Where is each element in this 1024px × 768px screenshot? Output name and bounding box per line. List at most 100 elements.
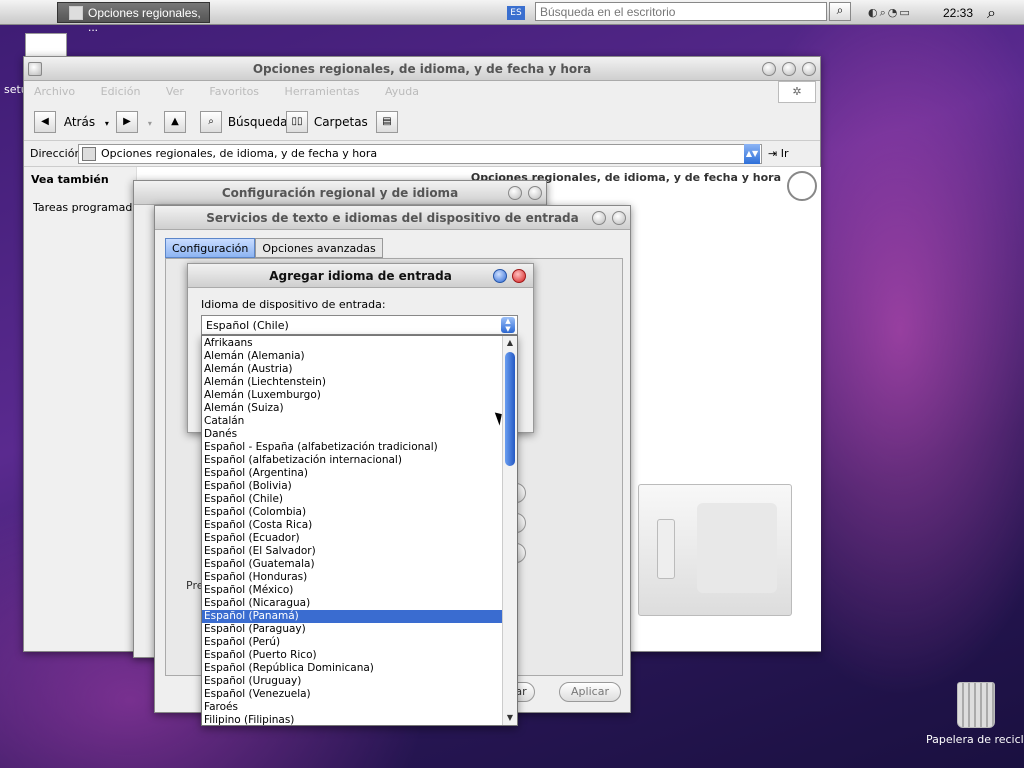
close-button[interactable]	[802, 62, 816, 76]
list-item[interactable]: Español (Honduras)	[202, 571, 502, 584]
loading-throbber-icon: ✲	[778, 81, 816, 103]
list-item[interactable]: Filipino (Filipinas)	[202, 714, 502, 725]
toolbar: ◀ Atrás ▾ ▶ ▾ ▲ ⌕ Búsqueda ▯▯ Carpetas ▤	[24, 103, 820, 141]
clock-calendar-icon	[787, 171, 817, 201]
list-item[interactable]: Español (Paraguay)	[202, 623, 502, 636]
spotlight-icon[interactable]: ⌕	[987, 3, 996, 23]
list-item[interactable]: Español - España (alfabetización tradici…	[202, 441, 502, 454]
taskbar-window-button[interactable]: Opciones regionales, ...	[57, 2, 210, 34]
menu-bar: Archivo Edición Ver Favoritos Herramient…	[24, 81, 820, 103]
list-item[interactable]: Español (Costa Rica)	[202, 519, 502, 532]
input-language-select[interactable]: Español (Chile) ▲ ▼	[201, 315, 518, 335]
main-window-title: Opciones regionales, de idioma, y de fec…	[252, 62, 592, 76]
maximize-button[interactable]	[782, 62, 796, 76]
main-window-titlebar[interactable]: Opciones regionales, de idioma, y de fec…	[24, 57, 820, 81]
apple-menu-icon[interactable]	[19, 3, 37, 21]
desktop-search-input[interactable]: Búsqueda en el escritorio	[535, 2, 827, 21]
folders-label: Carpetas	[313, 115, 368, 129]
apple-logo-icon	[697, 503, 777, 593]
list-item[interactable]: Español (Bolivia)	[202, 480, 502, 493]
scroll-thumb[interactable]	[505, 352, 515, 466]
services-dialog-titlebar[interactable]: Servicios de texto e idiomas del disposi…	[155, 206, 630, 230]
list-item[interactable]: Español (Ecuador)	[202, 532, 502, 545]
trash-label[interactable]: Papelera de reciclaje	[926, 733, 1024, 746]
list-item[interactable]: Español (Nicaragua)	[202, 597, 502, 610]
list-item[interactable]: Afrikaans	[202, 337, 502, 350]
list-item[interactable]: Español (Perú)	[202, 636, 502, 649]
list-item[interactable]: Alemán (Austria)	[202, 363, 502, 376]
window-menu-icon[interactable]	[28, 62, 42, 76]
address-field[interactable]: Opciones regionales, de idioma, y de fec…	[78, 144, 762, 164]
scroll-up-icon[interactable]: ▲	[503, 336, 517, 350]
minimize-button[interactable]	[762, 62, 776, 76]
help-button[interactable]	[592, 211, 606, 225]
list-item[interactable]: Faroés	[202, 701, 502, 714]
selected-language: Español (Chile)	[206, 319, 289, 332]
list-item[interactable]: Español (Colombia)	[202, 506, 502, 519]
back-button[interactable]: ◀ Atrás ▾	[34, 111, 109, 133]
light-switch-image	[638, 484, 792, 616]
search-button[interactable]: ⌕ Búsqueda	[200, 111, 288, 133]
switch-icon	[657, 519, 675, 579]
list-item[interactable]: Español (Guatemala)	[202, 558, 502, 571]
forward-button[interactable]: ▶ ▾	[116, 111, 152, 133]
regional-dialog-title: Configuración regional y de idioma	[221, 186, 459, 200]
list-item[interactable]: Español (México)	[202, 584, 502, 597]
dropdown-scrollbar[interactable]: ▲ ▼	[502, 336, 517, 725]
list-item[interactable]: Español (El Salvador)	[202, 545, 502, 558]
search-icon[interactable]: ⌕	[829, 2, 851, 21]
list-item[interactable]: Español (Venezuela)	[202, 688, 502, 701]
forward-arrow-icon: ▶	[116, 111, 138, 133]
list-item[interactable]: Alemán (Suiza)	[202, 402, 502, 415]
taskbar-window-title: Opciones regionales, ...	[88, 6, 201, 34]
menu-favoritos[interactable]: Favoritos	[209, 85, 259, 98]
list-item[interactable]: Español (Argentina)	[202, 467, 502, 480]
menu-herramientas[interactable]: Herramientas	[285, 85, 360, 98]
menu-ver[interactable]: Ver	[166, 85, 184, 98]
back-label: Atrás	[63, 115, 96, 129]
address-label: Dirección	[30, 147, 82, 160]
address-bar: Dirección Opciones regionales, de idioma…	[24, 141, 820, 167]
go-button[interactable]: ⇥ Ir	[768, 147, 789, 160]
add-dialog-titlebar[interactable]: Agregar idioma de entrada	[188, 264, 533, 288]
list-item[interactable]: Alemán (Luxemburgo)	[202, 389, 502, 402]
list-item[interactable]: Español (República Dominicana)	[202, 662, 502, 675]
scroll-down-icon[interactable]: ▼	[503, 711, 517, 725]
list-item[interactable]: Alemán (Liechtenstein)	[202, 376, 502, 389]
list-item[interactable]: Español (Puerto Rico)	[202, 649, 502, 662]
system-tray-icons[interactable]: ◐⌕◔▭	[868, 6, 912, 20]
views-button[interactable]: ▤	[376, 111, 398, 133]
list-item[interactable]: Español (alfabetización internacional)	[202, 454, 502, 467]
close-button[interactable]	[612, 211, 626, 225]
list-item[interactable]: Español (Chile)	[202, 493, 502, 506]
apply-button[interactable]: Aplicar	[559, 682, 621, 702]
list-item[interactable]: Español (Uruguay)	[202, 675, 502, 688]
menu-edicion[interactable]: Edición	[101, 85, 141, 98]
language-indicator[interactable]: ES	[507, 6, 525, 20]
address-dropdown-button[interactable]: ▲▼	[744, 144, 760, 164]
list-item[interactable]: Danés	[202, 428, 502, 441]
scheduled-tasks-link[interactable]: Tareas programadas	[33, 201, 133, 214]
menu-archivo[interactable]: Archivo	[34, 85, 75, 98]
up-button[interactable]: ▲	[164, 111, 186, 133]
language-dropdown-list[interactable]: Afrikaans Alemán (Alemania) Alemán (Austri…	[201, 335, 518, 726]
dropdown-arrow-icon[interactable]: ▲ ▼	[501, 317, 515, 333]
regional-dialog-titlebar[interactable]: Configuración regional y de idioma	[134, 181, 546, 205]
tab-opciones-avanzadas[interactable]: Opciones avanzadas	[255, 238, 383, 258]
help-button[interactable]	[493, 269, 507, 283]
menu-ayuda[interactable]: Ayuda	[385, 85, 419, 98]
tab-configuracion[interactable]: Configuración	[165, 238, 256, 258]
trash-icon[interactable]	[957, 682, 995, 728]
address-value: Opciones regionales, de idioma, y de fec…	[101, 147, 378, 160]
list-item[interactable]: Catalán	[202, 415, 502, 428]
list-item[interactable]: Alemán (Alemania)	[202, 350, 502, 363]
input-language-label: Idioma de dispositivo de entrada:	[201, 298, 386, 311]
close-button[interactable]	[528, 186, 542, 200]
left-task-pane: Vea también Tareas programadas	[25, 167, 137, 651]
list-item[interactable]: Español (Panamá)	[202, 610, 502, 623]
clock[interactable]: 22:33	[943, 6, 973, 20]
help-button[interactable]	[508, 186, 522, 200]
close-button[interactable]	[512, 269, 526, 283]
search-icon: ⌕	[200, 111, 222, 133]
folders-button[interactable]: ▯▯ Carpetas	[286, 111, 368, 133]
